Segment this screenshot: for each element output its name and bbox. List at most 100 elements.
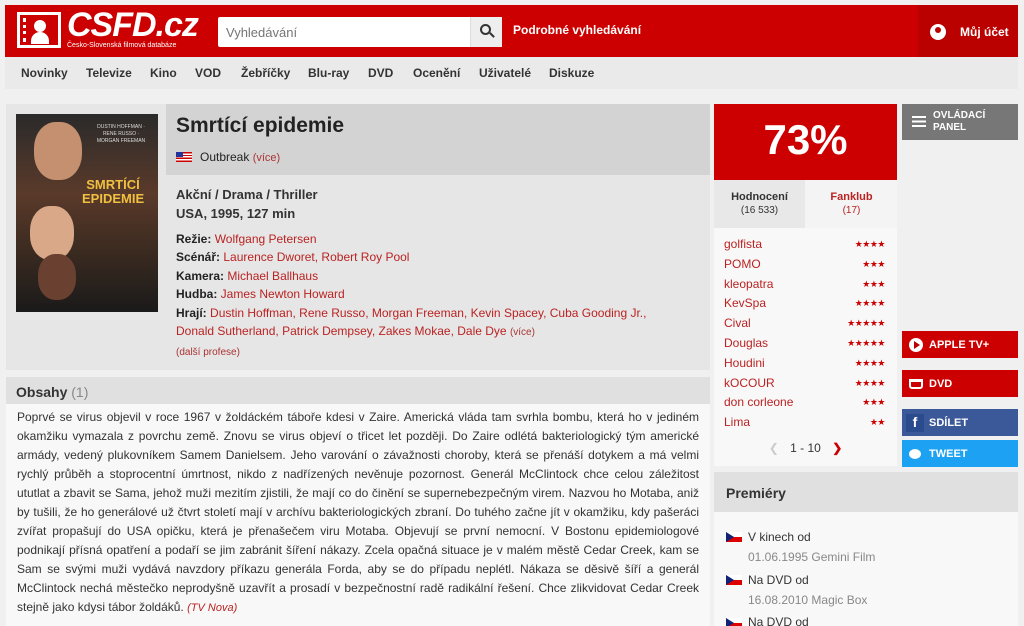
rater-name-link[interactable]: KevSpa bbox=[724, 296, 766, 310]
rater-name-link[interactable]: Lima bbox=[724, 415, 750, 429]
search-button[interactable] bbox=[470, 17, 502, 47]
film-title: Smrtící epidemie bbox=[176, 114, 345, 137]
rating-percent: 73% bbox=[763, 116, 848, 163]
film-origin: USA, 1995, 127 min bbox=[176, 206, 296, 221]
rating-box: 73% bbox=[714, 104, 897, 180]
poster-names: DUSTIN HOFFMAN · RENE RUSSO · MORGAN FRE… bbox=[96, 124, 146, 144]
rater-stars-icon: ★★★ bbox=[862, 258, 885, 269]
rater-name-link[interactable]: kOCOUR bbox=[724, 376, 775, 390]
premiere-title: Na DVD od bbox=[748, 573, 809, 587]
logo-text: CSFD.cz bbox=[67, 6, 199, 44]
rater-stars-icon: ★★★★ bbox=[854, 239, 886, 249]
control-panel-label: OVLÁDACÍ PANEL bbox=[933, 110, 986, 133]
pager-prev-icon[interactable]: ❮ bbox=[769, 441, 779, 455]
more-professions-link[interactable]: (další profese) bbox=[176, 347, 240, 358]
pager-range: 1 - 10 bbox=[790, 441, 821, 455]
nav-item-novinky[interactable]: Novinky bbox=[21, 66, 68, 80]
play-icon bbox=[909, 338, 923, 352]
pager-next-icon[interactable]: ❯ bbox=[832, 441, 842, 455]
rater-name-link[interactable]: Houdini bbox=[724, 356, 765, 370]
premiere-date: 01.06.1995 Gemini Film bbox=[748, 550, 876, 564]
rater-stars-icon: ★★★ bbox=[862, 278, 885, 289]
more-professions-row: (další profese) bbox=[176, 344, 240, 358]
cast-link-line1[interactable]: Dustin Hoffman, Rene Russo, Morgan Freem… bbox=[210, 306, 646, 320]
plot-heading: Obsahy (1) bbox=[16, 384, 89, 400]
plot-header: Obsahy (1) bbox=[6, 377, 710, 404]
us-flag-icon bbox=[176, 152, 192, 162]
rater-name-link[interactable]: POMO bbox=[724, 257, 761, 271]
rating-tabs: Hodnocení (16 533) Fanklub (17) bbox=[714, 180, 897, 228]
film-genre: Akční / Drama / Thriller bbox=[176, 187, 318, 202]
plot-source-link[interactable]: (TV Nova) bbox=[187, 602, 237, 614]
rater-stars-icon: ★★★★★ bbox=[847, 318, 885, 329]
nav-item-dvd[interactable]: DVD bbox=[368, 66, 393, 80]
original-title-more-link[interactable]: (více) bbox=[253, 152, 281, 164]
search-input[interactable] bbox=[218, 17, 468, 47]
cast-line-2: Donald Sutherland, Patrick Dempsey, Zake… bbox=[176, 324, 535, 338]
cast-row: Hrají: Dustin Hoffman, Rene Russo, Morga… bbox=[176, 306, 647, 320]
writer-link[interactable]: Laurence Dworet, Robert Roy Pool bbox=[223, 250, 409, 264]
apple-tv-button[interactable]: APPLE TV+ bbox=[902, 331, 1018, 358]
search-box bbox=[218, 17, 502, 47]
nav-item-diskuze[interactable]: Diskuze bbox=[549, 66, 594, 80]
raters-list: ❮ 1 - 10 ❯ golfista ★★★★ POMO ★★★ kleopatra ★… bbox=[714, 228, 897, 466]
nav-item-bluray[interactable]: Blu-ray bbox=[308, 66, 349, 80]
cz-flag-icon bbox=[726, 575, 742, 585]
site-header: CSFD.cz Česko-Slovenská filmová databáze… bbox=[5, 5, 1018, 57]
rater-name-link[interactable]: don corleone bbox=[724, 395, 793, 409]
music-row: Hudba: James Newton Howard bbox=[176, 287, 345, 301]
rater-name-link[interactable]: Cival bbox=[724, 316, 751, 330]
main-nav: Novinky Televize Kino VOD Žebříčky Blu-r… bbox=[5, 57, 1018, 89]
director-row: Režie: Wolfgang Petersen bbox=[176, 232, 317, 246]
premieres-heading: Premiéry bbox=[726, 485, 786, 501]
premiere-date: 16.08.2010 Magic Box bbox=[748, 593, 868, 607]
twitter-icon bbox=[909, 449, 921, 459]
camera-link[interactable]: Michael Ballhaus bbox=[227, 269, 318, 283]
facebook-share-button[interactable]: f SDÍLET bbox=[902, 409, 1018, 436]
nav-item-kino[interactable]: Kino bbox=[150, 66, 177, 80]
account-label: Můj účet bbox=[960, 25, 1009, 39]
rater-stars-icon: ★★ bbox=[869, 417, 886, 428]
plot-text: Poprvé se virus objevil v roce 1967 v žo… bbox=[17, 410, 699, 614]
film-info-box: DUSTIN HOFFMAN · RENE RUSSO · MORGAN FRE… bbox=[6, 104, 710, 370]
advanced-search-link[interactable]: Podrobné vyhledávání bbox=[513, 23, 641, 37]
cast-link-line2[interactable]: Donald Sutherland, Patrick Dempsey, Zake… bbox=[176, 324, 507, 338]
nav-item-televize[interactable]: Televize bbox=[86, 66, 132, 80]
rater-stars-icon: ★★★★ bbox=[854, 377, 886, 388]
music-link[interactable]: James Newton Howard bbox=[221, 287, 345, 301]
rater-stars-icon: ★★★★ bbox=[854, 357, 886, 368]
logo-film-icon bbox=[17, 12, 61, 48]
rater-name-link[interactable]: Douglas bbox=[724, 336, 768, 350]
cz-flag-icon bbox=[726, 532, 742, 542]
facebook-icon: f bbox=[906, 414, 924, 432]
poster-title: SMRTÍCÍ EPIDEMIE bbox=[82, 177, 145, 206]
account-button[interactable]: Můj účet bbox=[918, 5, 1018, 57]
site-logo[interactable]: CSFD.cz Česko-Slovenská filmová databáze bbox=[17, 6, 199, 52]
camera-row: Kamera: Michael Ballhaus bbox=[176, 269, 319, 283]
menu-icon bbox=[912, 116, 926, 127]
nav-item-oceneni[interactable]: Ocenění bbox=[413, 66, 460, 80]
cast-more-link[interactable]: (více) bbox=[510, 327, 535, 338]
raters-pager: ❮ 1 - 10 ❯ bbox=[714, 441, 897, 455]
film-poster[interactable]: DUSTIN HOFFMAN · RENE RUSSO · MORGAN FRE… bbox=[16, 114, 158, 312]
rater-stars-icon: ★★★★★ bbox=[847, 338, 885, 348]
dvd-button[interactable]: DVD bbox=[902, 370, 1018, 397]
nav-item-uzivatele[interactable]: Uživatelé bbox=[479, 66, 531, 80]
cz-flag-icon bbox=[726, 618, 742, 626]
user-icon bbox=[930, 24, 946, 40]
control-panel-button[interactable]: OVLÁDACÍ PANEL bbox=[902, 104, 1018, 140]
logo-subtitle: Česko-Slovenská filmová databáze bbox=[67, 42, 177, 49]
tab-fanclub[interactable]: Fanklub (17) bbox=[806, 180, 897, 228]
director-link[interactable]: Wolfgang Petersen bbox=[215, 232, 317, 246]
rater-name-link[interactable]: golfista bbox=[724, 237, 762, 251]
nav-item-zebricky[interactable]: Žebříčky bbox=[241, 66, 290, 80]
writer-row: Scénář: Laurence Dworet, Robert Roy Pool bbox=[176, 250, 410, 264]
rater-stars-icon: ★★★ bbox=[862, 397, 885, 408]
nav-item-vod[interactable]: VOD bbox=[195, 66, 221, 80]
premieres-box: Premiéry V kinech od 01.06.1995 Gemini F… bbox=[714, 472, 1018, 626]
tab-ratings[interactable]: Hodnocení (16 533) bbox=[714, 180, 805, 228]
premiere-title: Na DVD od bbox=[748, 615, 809, 626]
rater-name-link[interactable]: kleopatra bbox=[724, 277, 773, 291]
twitter-tweet-button[interactable]: TWEET bbox=[902, 440, 1018, 467]
cart-icon bbox=[909, 379, 923, 389]
